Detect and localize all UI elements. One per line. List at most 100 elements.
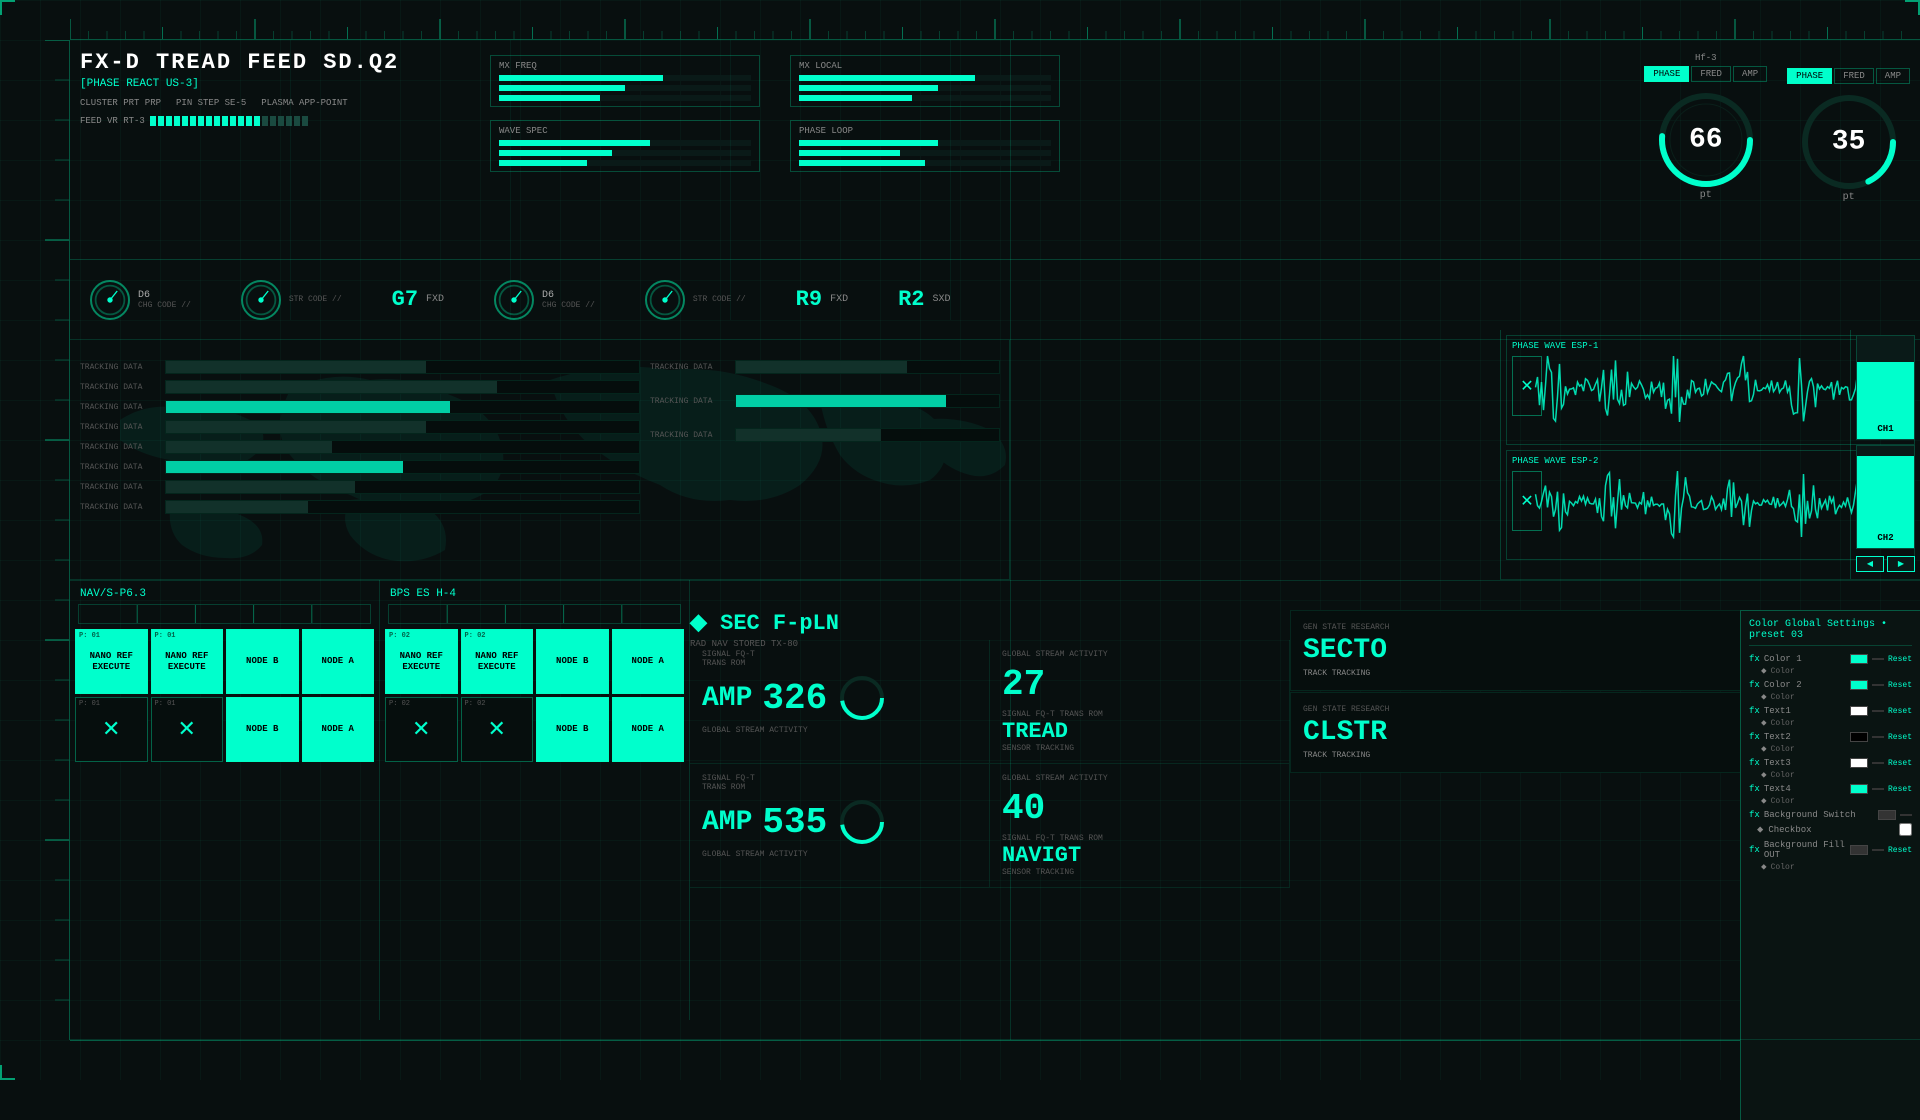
dial-circle-1[interactable] [241, 280, 281, 320]
freq-bar-fill-0 [499, 140, 650, 146]
setting-sub-icon-7: ⬥ [1761, 745, 1767, 754]
nav-label-1: NAV/S-P6.3 [70, 580, 379, 604]
fader-ch2[interactable]: CH2 [1856, 445, 1915, 550]
dial-circle-0[interactable] [90, 280, 130, 320]
node-cell-node-grid-1-4[interactable]: P: 01✕ [75, 697, 148, 762]
settings-items: fx Color 1 Reset ⬥ Color fx Color 2 Rese… [1749, 654, 1912, 872]
freq-panel-mx: MX FREQ [490, 55, 760, 107]
node-cell-node-grid-1-6[interactable]: NODE B [226, 697, 299, 762]
info1: CLUSTER PRT PRP [80, 98, 161, 108]
track-bar-container-left-2 [165, 400, 640, 414]
gauge2-tabs: PHASE FRED AMP [1787, 68, 1910, 84]
freq-bar-row-0 [799, 75, 1051, 81]
stats-ring-label-0-0: GLOBAL STREAM ACTIVITY [702, 726, 977, 735]
gauge1-tab-phase[interactable]: PHASE [1644, 66, 1689, 82]
setting-color-box-8[interactable] [1850, 758, 1868, 768]
setting-sub-icon-1: ⬥ [1761, 667, 1767, 676]
setting-reset-2[interactable]: Reset [1888, 681, 1912, 690]
node-label-7: NODE A [322, 724, 354, 735]
node-cell-node-grid-2-7[interactable]: NODE A [612, 697, 685, 762]
fader-ch1[interactable]: CH1 [1856, 335, 1915, 440]
nav-ruler-1 [78, 604, 371, 624]
stats-act-label-0-1: GLOBAL STREAM ACTIVITY [1002, 650, 1277, 659]
dial-circle-4[interactable] [645, 280, 685, 320]
stats-row-1: SIGNAL FQ-TTRANS ROM AMP 535 GLOBAL STRE… [690, 764, 1290, 888]
setting-color-box-4[interactable] [1850, 706, 1868, 716]
dial-val-5: R9 [796, 287, 822, 312]
gauge2-tab-amp[interactable]: AMP [1876, 68, 1910, 84]
setting-fx-label-8: Text3 [1764, 758, 1846, 768]
node-cell-node-grid-2-4[interactable]: P: 02✕ [385, 697, 458, 762]
setting-reset-10[interactable]: Reset [1888, 785, 1912, 794]
node-cell-node-grid-2-0[interactable]: P: 02NANO REF EXECUTE [385, 629, 458, 694]
node-label-2: NODE B [246, 656, 278, 667]
setting-reset-0[interactable]: Reset [1888, 655, 1912, 664]
setting-color-box-10[interactable] [1850, 784, 1868, 794]
gauge2-tab-phase[interactable]: PHASE [1787, 68, 1832, 84]
fader-btn2[interactable]: ▶ [1887, 556, 1915, 572]
dial-circle-3[interactable] [494, 280, 534, 320]
node-p-label-0: P: 01 [79, 632, 100, 640]
setting-row-14: fx Background Fill OUT Reset [1749, 840, 1912, 860]
node-cell-node-grid-1-1[interactable]: P: 01NANO REF EXECUTE [151, 629, 224, 694]
setting-dash-12 [1900, 814, 1912, 816]
stats-cell-1-0: SIGNAL FQ-TTRANS ROM AMP 535 GLOBAL STRE… [690, 764, 990, 887]
feed-seg-1 [158, 116, 164, 126]
feed-seg-14 [262, 116, 268, 126]
node-cell-node-grid-2-2[interactable]: NODE B [536, 629, 609, 694]
setting-color-box-12[interactable] [1878, 810, 1896, 820]
setting-reset-6[interactable]: Reset [1888, 733, 1912, 742]
top-ruler: // Will be rendered via JS below [70, 0, 1920, 40]
track-row-left-0: TRACKING DATA [80, 360, 640, 374]
dial-label-6: SXD [933, 294, 951, 305]
node-cell-node-grid-2-1[interactable]: P: 02NANO REF EXECUTE [461, 629, 534, 694]
setting-dash-8 [1872, 762, 1884, 764]
node-cell-node-grid-1-7[interactable]: NODE A [302, 697, 375, 762]
stats-ring-0-0 [837, 673, 887, 723]
node-cell-node-grid-1-2[interactable]: NODE B [226, 629, 299, 694]
setting-reset-4[interactable]: Reset [1888, 707, 1912, 716]
gauge1-tab-amp[interactable]: AMP [1733, 66, 1767, 82]
title-sub: [PHASE REACT US-3] [80, 78, 460, 90]
corner-bl [0, 1065, 15, 1080]
setting-checkbox-input-13[interactable] [1899, 823, 1912, 836]
freq-bar-track-2 [799, 95, 1051, 101]
node-cell-node-grid-1-5[interactable]: P: 01✕ [151, 697, 224, 762]
setting-fx-12: fx [1749, 810, 1760, 820]
track-bar-container-left-5 [165, 460, 640, 474]
title-main: FX-D TREAD FEED SD.Q2 [80, 50, 460, 75]
freq-bar-fill-0 [799, 140, 938, 146]
content-area: FX-D TREAD FEED SD.Q2 [PHASE REACT US-3]… [70, 40, 1920, 1040]
node-cell-node-grid-2-3[interactable]: NODE A [612, 629, 685, 694]
setting-color-box-6[interactable] [1850, 732, 1868, 742]
gauge2-tab-fred[interactable]: FRED [1834, 68, 1874, 84]
info3: PLASMA APP-POINT [261, 98, 347, 108]
stats-cell-1-1: GLOBAL STREAM ACTIVITY 40 SIGNAL FQ-T TR… [990, 764, 1290, 887]
freq-bar-fill-0 [499, 75, 663, 81]
track-bar-container-left-1 [165, 380, 640, 394]
setting-reset-8[interactable]: Reset [1888, 759, 1912, 768]
setting-checkbox-icon-13: ⬥ [1757, 825, 1763, 835]
fader-btn1[interactable]: ◀ [1856, 556, 1884, 572]
bottom-sep [70, 1039, 1920, 1040]
node-cell-node-grid-2-5[interactable]: P: 02✕ [461, 697, 534, 762]
node-p-label-1: P: 02 [465, 632, 486, 640]
freq-panel-local: MX LOCAL [790, 55, 1060, 107]
stats-amp-label-0-0: AMP [702, 683, 752, 714]
setting-fx-10: fx [1749, 784, 1760, 794]
node-cell-node-grid-2-6[interactable]: NODE B [536, 697, 609, 762]
stats-value-0-0: 326 [762, 678, 827, 719]
node-cell-node-grid-1-0[interactable]: P: 01NANO REF EXECUTE [75, 629, 148, 694]
metric-sub-1: TRACK TRACKING [1303, 751, 1797, 760]
setting-reset-14[interactable]: Reset [1888, 846, 1912, 855]
setting-color-box-0[interactable] [1850, 654, 1868, 664]
setting-color-box-14[interactable] [1850, 845, 1868, 855]
freq-bar-track-0 [799, 75, 1051, 81]
setting-color-box-2[interactable] [1850, 680, 1868, 690]
track-bar-right-0 [736, 361, 907, 373]
track-row-left-5: TRACKING DATA [80, 460, 640, 474]
nav-ruler-2 [388, 604, 681, 624]
node-cell-node-grid-1-3[interactable]: NODE A [302, 629, 375, 694]
gauge1-tab-fred[interactable]: FRED [1691, 66, 1731, 82]
track-label-left-1: TRACKING DATA [80, 383, 160, 392]
